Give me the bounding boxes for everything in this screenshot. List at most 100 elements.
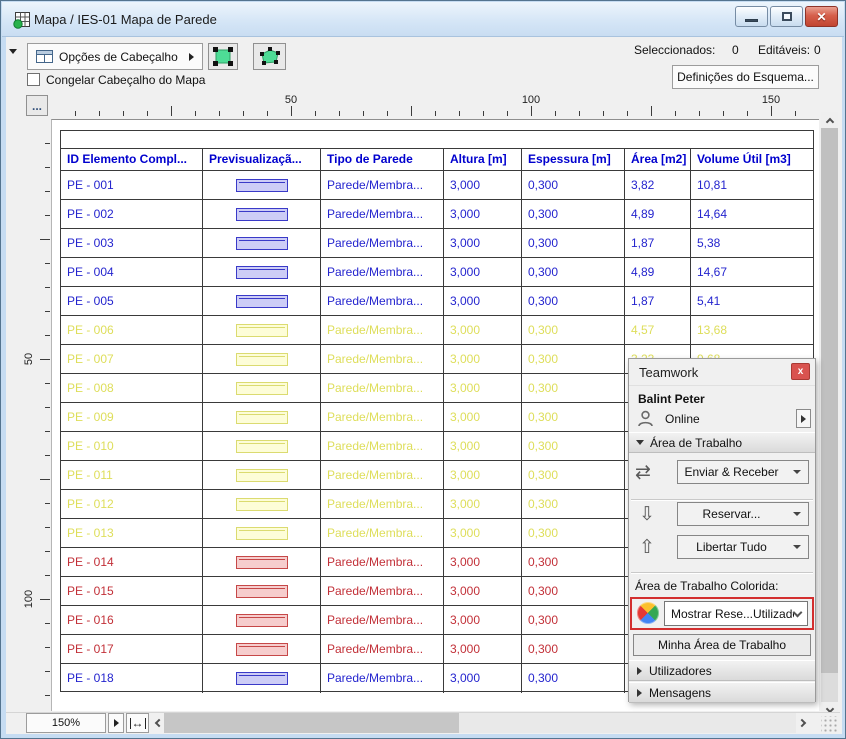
teamwork-palette[interactable]: Teamwork x Balint Peter Online Área de T…	[628, 358, 816, 702]
cell-tipo[interactable]: Parede/Membra...	[321, 635, 444, 663]
cell-altura[interactable]: 3,000	[444, 345, 522, 373]
cell-id[interactable]: PE - 011	[61, 461, 203, 489]
cell-tipo[interactable]: Parede/Membra...	[321, 258, 444, 286]
cell-espessura[interactable]: 0,300	[522, 345, 625, 373]
cell-tipo[interactable]: Parede/Membra...	[321, 519, 444, 547]
vertical-scrollbar-track[interactable]	[821, 673, 838, 702]
scheme-settings-button[interactable]: Definições do Esquema...	[672, 65, 819, 89]
send-receive-button[interactable]: Enviar & Receber	[677, 460, 786, 484]
cell-area[interactable]: 4,89	[625, 200, 691, 228]
cell-espessura[interactable]: 0,300	[522, 258, 625, 286]
cell-preview[interactable]	[203, 432, 321, 460]
restore-button[interactable]	[770, 6, 803, 27]
cell-tipo[interactable]: Parede/Membra...	[321, 374, 444, 402]
cell-espessura[interactable]: 0,300	[522, 548, 625, 576]
release-all-dropdown[interactable]	[785, 535, 809, 559]
cell-area[interactable]: 1,87	[625, 229, 691, 257]
cell-tipo[interactable]: Parede/Membra...	[321, 664, 444, 693]
cell-id[interactable]: PE - 005	[61, 287, 203, 315]
cell-tipo[interactable]: Parede/Membra...	[321, 577, 444, 605]
ruler-corner-button[interactable]: ...	[26, 95, 48, 116]
cell-area[interactable]: 4,89	[625, 258, 691, 286]
cell-id[interactable]: PE - 010	[61, 432, 203, 460]
cell-preview[interactable]	[203, 345, 321, 373]
cell-preview[interactable]	[203, 200, 321, 228]
vertical-scrollbar[interactable]	[821, 112, 838, 718]
online-flyout-button[interactable]	[796, 409, 811, 428]
cell-volume[interactable]: 5,41	[691, 287, 815, 315]
header-cell[interactable]: Previsualizaçã...	[203, 149, 321, 170]
cell-preview[interactable]	[203, 664, 321, 693]
resize-grip[interactable]	[821, 716, 837, 732]
cell-id[interactable]: PE - 008	[61, 374, 203, 402]
cell-volume[interactable]: 14,67	[691, 258, 815, 286]
cell-altura[interactable]: 3,000	[444, 577, 522, 605]
cell-tipo[interactable]: Parede/Membra...	[321, 229, 444, 257]
palette-title-bar[interactable]: Teamwork x	[629, 359, 815, 386]
cell-preview[interactable]	[203, 258, 321, 286]
cell-id[interactable]: PE - 001	[61, 171, 203, 199]
cell-altura[interactable]: 3,000	[444, 519, 522, 547]
users-section-header[interactable]: Utilizadores	[629, 660, 815, 681]
cell-espessura[interactable]: 0,300	[522, 200, 625, 228]
cell-id[interactable]: PE - 015	[61, 577, 203, 605]
cell-altura[interactable]: 3,000	[444, 229, 522, 257]
cell-altura[interactable]: 3,000	[444, 287, 522, 315]
cell-altura[interactable]: 3,000	[444, 432, 522, 460]
header-cell[interactable]: Volume Útil [m3]	[691, 149, 815, 170]
cell-altura[interactable]: 3,000	[444, 635, 522, 663]
cell-espessura[interactable]: 0,300	[522, 490, 625, 518]
cell-tipo[interactable]: Parede/Membra...	[321, 606, 444, 634]
header-cell[interactable]: Área [m2]	[625, 149, 691, 170]
messages-section-header[interactable]: Mensagens	[629, 682, 815, 703]
cell-altura[interactable]: 3,000	[444, 200, 522, 228]
cell-id[interactable]: PE - 017	[61, 635, 203, 663]
cell-tipo[interactable]: Parede/Membra...	[321, 345, 444, 373]
cell-preview[interactable]	[203, 490, 321, 518]
cell-altura[interactable]: 3,000	[444, 374, 522, 402]
cell-preview[interactable]	[203, 229, 321, 257]
cell-preview[interactable]	[203, 287, 321, 315]
cell-altura[interactable]: 3,000	[444, 461, 522, 489]
cell-id[interactable]: PE - 006	[61, 316, 203, 344]
cell-altura[interactable]: 3,000	[444, 258, 522, 286]
cell-preview[interactable]	[203, 635, 321, 663]
cell-espessura[interactable]: 0,300	[522, 432, 625, 460]
cell-preview[interactable]	[203, 461, 321, 489]
cell-tipo[interactable]: Parede/Membra...	[321, 490, 444, 518]
cell-id[interactable]: PE - 009	[61, 403, 203, 431]
cell-altura[interactable]: 3,000	[444, 403, 522, 431]
cell-tipo[interactable]: Parede/Membra...	[321, 287, 444, 315]
fit-in-window-button[interactable]: ↔	[126, 713, 149, 733]
my-workspace-button[interactable]: Minha Área de Trabalho	[633, 634, 811, 656]
cell-altura[interactable]: 3,000	[444, 606, 522, 634]
select-polygon-button[interactable]	[253, 43, 286, 70]
cell-id[interactable]: PE - 002	[61, 200, 203, 228]
zoom-menu-button[interactable]	[108, 713, 124, 733]
workspace-section-header[interactable]: Área de Trabalho	[629, 432, 815, 453]
cell-espessura[interactable]: 0,300	[522, 287, 625, 315]
cell-tipo[interactable]: Parede/Membra...	[321, 200, 444, 228]
close-button[interactable]: ✕	[805, 6, 838, 27]
cell-tipo[interactable]: Parede/Membra...	[321, 548, 444, 576]
cell-espessura[interactable]: 0,300	[522, 316, 625, 344]
cell-id[interactable]: PE - 018	[61, 664, 203, 693]
header-cell[interactable]: Altura [m]	[444, 149, 522, 170]
cell-id[interactable]: PE - 007	[61, 345, 203, 373]
vertical-scrollbar-thumb[interactable]	[821, 128, 838, 673]
send-receive-dropdown[interactable]	[785, 460, 809, 484]
header-cell[interactable]: ID Elemento Compl...	[61, 149, 203, 170]
cell-preview[interactable]	[203, 548, 321, 576]
release-all-button[interactable]: Libertar Tudo	[677, 535, 786, 559]
cell-volume[interactable]: 5,38	[691, 229, 815, 257]
cell-tipo[interactable]: Parede/Membra...	[321, 432, 444, 460]
cell-id[interactable]: PE - 004	[61, 258, 203, 286]
cell-altura[interactable]: 3,000	[444, 548, 522, 576]
cell-altura[interactable]: 3,000	[444, 490, 522, 518]
reserve-button[interactable]: Reservar...	[677, 502, 786, 526]
header-cell[interactable]: Tipo de Parede	[321, 149, 444, 170]
cell-espessura[interactable]: 0,300	[522, 664, 625, 693]
cell-espessura[interactable]: 0,300	[522, 606, 625, 634]
cell-preview[interactable]	[203, 171, 321, 199]
scroll-left-button[interactable]	[151, 713, 164, 733]
